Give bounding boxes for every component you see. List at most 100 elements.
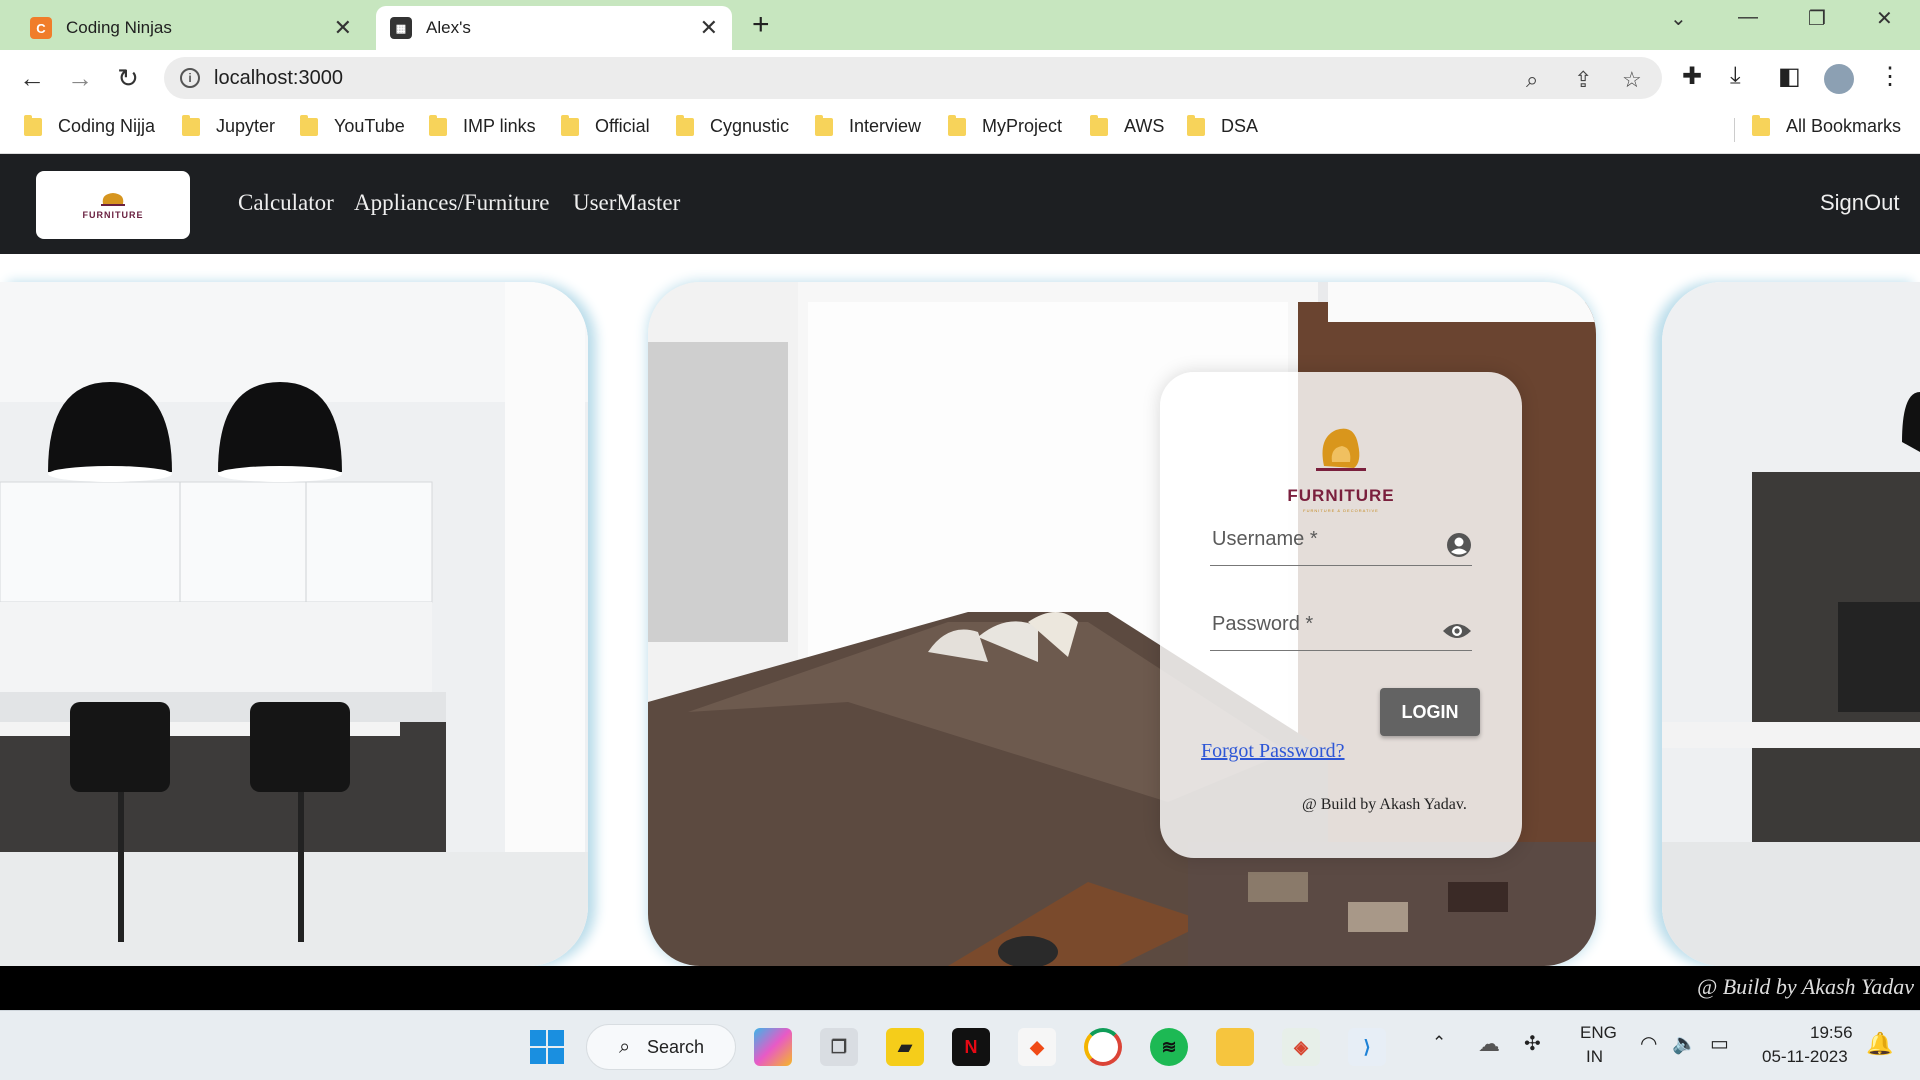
folder-icon	[1090, 114, 1108, 136]
page-footer: @ Build by Akash Yadav	[0, 966, 1920, 1010]
login-brand-title: FURNITURE	[1287, 486, 1395, 505]
bookmark-item[interactable]: Official	[561, 114, 650, 137]
signout-link[interactable]: SignOut	[1820, 190, 1900, 216]
username-field[interactable]: Username *	[1210, 516, 1472, 566]
bookmark-star-icon[interactable]: ☆	[1622, 67, 1642, 93]
bookmark-item[interactable]: MyProject	[948, 114, 1063, 137]
bookmark-item[interactable]: Cygnustic	[676, 114, 790, 137]
tab-alexs[interactable]: ▦ Alex's ✕	[376, 6, 732, 50]
minimize-icon[interactable]: —	[1738, 6, 1758, 29]
bookmark-item[interactable]: DSA	[1187, 114, 1259, 137]
password-label: Password *	[1212, 613, 1314, 635]
bookmark-item[interactable]: YouTube	[300, 114, 405, 137]
volume-icon[interactable]: 🔈	[1672, 1031, 1697, 1056]
vscode-icon[interactable]: ⟩	[1348, 1028, 1386, 1066]
netflix-icon[interactable]: N	[952, 1028, 990, 1066]
login-card: FURNITURE FURNITURE & DECORATIVE Usernam…	[1160, 372, 1522, 858]
tab-search-icon[interactable]: ⌄	[1670, 6, 1687, 31]
brand-logo[interactable]: FURNITURE	[36, 171, 190, 239]
close-icon[interactable]: ✕	[700, 15, 718, 41]
slide-kitchen-right[interactable]	[1662, 282, 1920, 966]
chrome-icon[interactable]	[1084, 1028, 1122, 1066]
wifi-icon[interactable]: ◠	[1640, 1031, 1657, 1056]
bookmark-item[interactable]: IMP links	[429, 114, 536, 137]
nav-calculator[interactable]: Calculator	[238, 190, 334, 216]
copilot-icon[interactable]	[754, 1028, 792, 1066]
profile-avatar[interactable]	[1824, 64, 1854, 94]
tab-title: Alex's	[426, 18, 471, 37]
address-bar[interactable]: i localhost:3000 ⌕ ⇪ ☆	[164, 57, 1662, 99]
forgot-password-link[interactable]: Forgot Password?	[1201, 740, 1345, 763]
nav-usermaster[interactable]: UserMaster	[573, 190, 680, 216]
login-button[interactable]: LOGIN	[1380, 688, 1480, 736]
password-field[interactable]: Password *	[1210, 601, 1472, 651]
extensions-icon[interactable]: ✚	[1682, 62, 1702, 91]
git-client-icon[interactable]: ◈	[1282, 1028, 1320, 1066]
app-navbar: FURNITURE Calculator Appliances/Furnitur…	[0, 154, 1920, 254]
browser-toolbar: ← → ↻ i localhost:3000 ⌕ ⇪ ☆ ✚ ⤓ ◧ ⋮	[0, 50, 1920, 106]
menu-icon[interactable]: ⋮	[1878, 62, 1902, 91]
reload-icon[interactable]: ↻	[112, 62, 144, 94]
tab-coding-ninjas[interactable]: C Coding Ninjas ✕	[16, 6, 366, 50]
site-info-icon[interactable]: i	[180, 68, 200, 88]
clock-date[interactable]: 05-11-2023	[1762, 1047, 1848, 1067]
bookmark-item[interactable]: Jupyter	[182, 114, 276, 137]
bookmark-label: AWS	[1124, 116, 1165, 136]
bookmark-label: DSA	[1221, 116, 1259, 136]
all-bookmarks[interactable]: All Bookmarks	[1752, 114, 1902, 137]
brave-icon[interactable]: ◆	[1018, 1028, 1056, 1066]
language-in[interactable]: IN	[1586, 1047, 1603, 1067]
zoom-icon[interactable]: ⌕	[1526, 67, 1538, 93]
battery-icon[interactable]: ▭	[1710, 1031, 1729, 1056]
search-label: Search	[647, 1036, 705, 1057]
bookmark-label: Coding Nijja	[58, 116, 156, 136]
calculator-icon: ▦	[390, 17, 412, 39]
folder-icon	[24, 114, 42, 136]
bookmark-item[interactable]: AWS	[1090, 114, 1165, 137]
side-panel-icon[interactable]: ◧	[1778, 62, 1801, 91]
bookmark-label: YouTube	[334, 116, 405, 136]
language-eng[interactable]: ENG	[1580, 1023, 1617, 1043]
dropbox-icon[interactable]: ✣	[1524, 1031, 1541, 1056]
nav-appliances-furniture[interactable]: Appliances/Furniture	[354, 190, 549, 216]
coding-ninjas-icon: C	[30, 17, 52, 39]
kitchen-image	[0, 282, 588, 966]
back-icon[interactable]: ←	[16, 62, 48, 94]
browser-tab-strip: C Coding Ninjas ✕ ▦ Alex's ✕ + ⌄ — ❐ ✕	[0, 0, 1920, 50]
onedrive-icon[interactable]: ☁	[1478, 1031, 1500, 1057]
footer-credit: @ Build by Akash Yadav	[1696, 974, 1914, 999]
folder-icon	[676, 114, 694, 136]
start-icon[interactable]	[528, 1028, 566, 1066]
sticky-notes-icon[interactable]: ▰	[886, 1028, 924, 1066]
close-icon[interactable]: ✕	[334, 15, 352, 41]
taskbar-search[interactable]: ⌕ Search	[586, 1024, 736, 1070]
windows-taskbar: ⌕ Search ❐ ▰ N ◆ ≋ ◈ ⟩ ⌃ ☁ ✣ ENG IN ◠ 🔈 …	[0, 1010, 1920, 1080]
new-tab-button[interactable]: +	[752, 8, 770, 42]
bookmark-label: Interview	[849, 116, 922, 136]
folder-icon	[561, 114, 579, 136]
notification-bell-icon[interactable]: 🔔	[1866, 1031, 1893, 1057]
bookmark-label: Jupyter	[216, 116, 276, 136]
task-view-icon[interactable]: ❐	[820, 1028, 858, 1066]
download-icon[interactable]: ⤓	[1730, 62, 1741, 90]
folder-icon	[815, 114, 833, 136]
tab-title: Coding Ninjas	[66, 18, 172, 37]
forward-icon[interactable]: →	[64, 62, 96, 94]
close-window-icon[interactable]: ✕	[1876, 6, 1893, 31]
bookmark-label: Cygnustic	[710, 116, 790, 136]
visibility-eye-icon[interactable]	[1442, 621, 1472, 641]
bookmark-item[interactable]: Interview	[815, 114, 922, 137]
spotify-icon[interactable]: ≋	[1150, 1028, 1188, 1066]
bookmark-label: All Bookmarks	[1786, 116, 1902, 136]
clock-time[interactable]: 19:56	[1810, 1023, 1853, 1043]
bookmark-label: IMP links	[463, 116, 536, 136]
show-hidden-icons[interactable]: ⌃	[1432, 1033, 1446, 1053]
folder-icon	[1187, 114, 1205, 136]
slide-kitchen-left[interactable]	[0, 282, 588, 966]
bookmark-label: MyProject	[982, 116, 1063, 136]
file-explorer-icon[interactable]	[1216, 1028, 1254, 1066]
share-icon[interactable]: ⇪	[1574, 67, 1592, 93]
folder-icon	[182, 114, 200, 136]
restore-icon[interactable]: ❐	[1808, 6, 1826, 31]
bookmark-item[interactable]: Coding Nijja	[24, 114, 156, 137]
